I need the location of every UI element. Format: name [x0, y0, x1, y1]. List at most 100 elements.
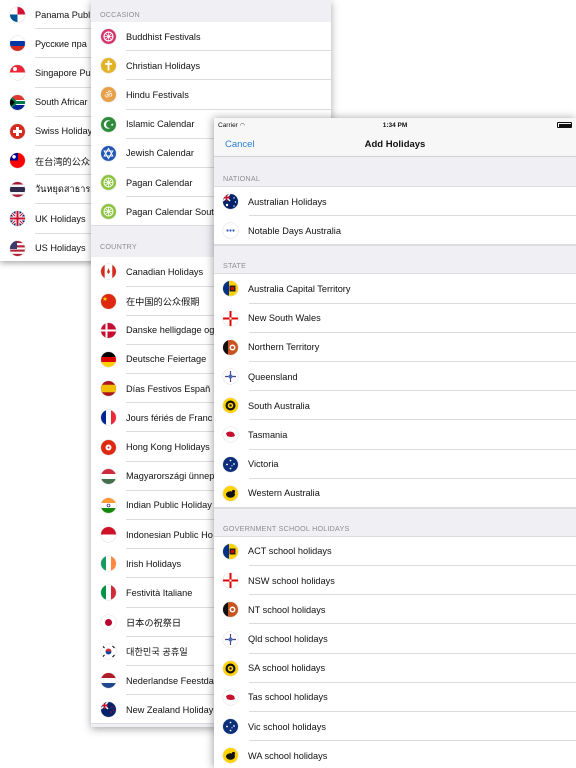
list-item-label: Queensland — [248, 371, 298, 382]
list-item[interactable]: ACT school holidays — [214, 536, 576, 567]
list-item-label: NT school holidays — [248, 604, 326, 615]
south-africa-flag — [10, 94, 25, 110]
list-item[interactable]: NT school holidays — [214, 595, 576, 625]
list-item-label: Русские пра — [35, 38, 87, 49]
vic-flag — [223, 719, 238, 735]
list-item-label: Indonesian Public Ho — [126, 529, 213, 540]
list-item-label: Deutsche Feiertage — [126, 354, 207, 365]
list-item[interactable]: Northern Territory — [214, 332, 576, 362]
list-item[interactable]: Panama Publ — [0, 0, 100, 30]
tas-flag — [223, 689, 238, 705]
status-time: 1:34 PM — [382, 121, 408, 129]
list-item[interactable]: Australia Capital Territory — [214, 274, 576, 304]
pagan-wheel-icon — [101, 204, 116, 220]
list-item[interactable]: 在台湾的公众 — [0, 145, 100, 176]
list-item[interactable]: UK Holidays — [0, 204, 100, 234]
more-dots-icon — [223, 223, 238, 239]
qld-flag — [223, 631, 238, 647]
list-item[interactable]: South Australia — [214, 391, 576, 421]
list-item[interactable]: Queensland — [214, 361, 576, 392]
list-item[interactable]: Western Australia — [214, 478, 576, 508]
list-item-label: Christian Holidays — [126, 60, 201, 71]
list-item[interactable]: Buddhist Festivals — [91, 22, 331, 52]
list-item-label: South Australia — [248, 400, 310, 411]
list-item[interactable]: Vic school holidays — [214, 712, 576, 742]
list-item[interactable]: WA school holidays — [214, 741, 576, 768]
panama-flag — [10, 7, 25, 23]
us-flag — [10, 240, 25, 256]
nsw-flag — [223, 310, 238, 326]
germany-flag — [101, 351, 116, 367]
indonesia-flag — [101, 527, 116, 543]
dharma-wheel-icon — [101, 29, 116, 45]
list-item-label: SA school holidays — [248, 663, 326, 674]
list-item-label: Notable Days Australia — [248, 225, 341, 236]
om-icon: ॐ — [101, 87, 116, 103]
hong-kong-flag — [101, 439, 116, 455]
list-item-label: Jours fériés de Franc — [126, 412, 213, 423]
list-item-label: Magyarországi ünnep — [126, 471, 215, 482]
nt-flag — [223, 339, 238, 355]
list-item-label: Irish Holidays — [126, 558, 182, 569]
crescent-icon — [101, 116, 116, 132]
russia-flag — [10, 36, 25, 52]
act-flag — [223, 281, 238, 297]
list-item-label: Jewish Calendar — [126, 148, 194, 159]
tas-flag — [223, 427, 238, 443]
netherlands-flag — [101, 673, 116, 689]
list-item-label: Nederlandse Feestda — [126, 675, 214, 686]
country-list-panel-left: Panama Publ Русские пра Singapore Pu South … — [0, 0, 100, 261]
list-item-label: ACT school holidays — [248, 546, 332, 557]
list-item-label: Hong Kong Holidays — [126, 442, 210, 453]
list-item[interactable]: Tas school holidays — [214, 682, 576, 712]
list-item[interactable]: Victoria — [214, 449, 576, 479]
list-item-label: New South Wales — [248, 313, 321, 324]
list-item[interactable]: NSW school holidays — [214, 566, 576, 596]
list-item-label: Canadian Holidays — [126, 266, 204, 277]
list-item[interactable]: วันหยุดสาธารณ — [0, 175, 100, 205]
list-item[interactable]: ॐ Hindu Festivals — [91, 80, 331, 110]
list-item-label: 在中国的公众假期 — [126, 297, 200, 308]
list-item-label: Panama Publ — [35, 9, 91, 20]
list-item[interactable]: Swiss Holiday — [0, 116, 100, 146]
list-item-label: Victoria — [248, 459, 279, 470]
row-divider — [214, 244, 576, 246]
cancel-button[interactable]: Cancel — [214, 139, 255, 150]
list-item[interactable]: Australian Holidays — [214, 187, 576, 217]
list-item-label: 대한민국 공휴일 — [126, 647, 188, 658]
list-item-label: WA school holidays — [248, 750, 328, 761]
denmark-flag — [101, 322, 116, 338]
list-item-label: Tas school holidays — [248, 692, 328, 703]
new-zealand-flag — [101, 702, 116, 718]
add-holidays-panel: Carrier ◠ 1:34 PM Cancel Add Holidays NA… — [214, 118, 576, 768]
list-item-label: วันหยุดสาธารณ — [35, 184, 99, 195]
list-item[interactable]: Русские пра — [0, 29, 100, 59]
list-item-label: Northern Territory — [248, 342, 320, 353]
section-header: STATE — [214, 245, 576, 275]
list-item-label: US Holidays — [35, 243, 86, 254]
list-item-label: New Zealand Holiday — [126, 704, 214, 715]
list-item-label: Singapore Pu — [35, 67, 91, 78]
uk-flag — [10, 211, 25, 227]
list-item-label: Pagan Calendar Sout — [126, 206, 214, 217]
list-item[interactable]: SA school holidays — [214, 653, 576, 683]
list-item-label: Tasmania — [248, 429, 288, 440]
add-holidays-list: NATIONAL Australian Holidays Notable Days … — [214, 157, 576, 768]
list-item[interactable]: Singapore Pu — [0, 58, 100, 88]
pagan-wheel-icon — [101, 175, 116, 191]
list-item[interactable]: US Holidays — [0, 233, 100, 261]
list-item[interactable]: Qld school holidays — [214, 624, 576, 654]
section-header-occasion: OCCASION — [100, 10, 140, 19]
list-item[interactable]: Tasmania — [214, 420, 576, 450]
wa-flag — [223, 748, 238, 764]
list-item[interactable]: South Africar — [0, 87, 100, 117]
list-item-label: Danske helligdage og — [126, 325, 215, 336]
list-item[interactable]: Christian Holidays — [91, 51, 331, 81]
list-item-label: Western Australia — [248, 488, 320, 499]
list-item-label: Hindu Festivals — [126, 89, 189, 100]
spain-flag — [101, 381, 116, 397]
south-korea-flag — [101, 643, 116, 659]
list-item[interactable]: Notable Days Australia — [214, 216, 576, 246]
list-item[interactable]: New South Wales — [214, 303, 576, 333]
list-item-label: NSW school holidays — [248, 575, 335, 586]
